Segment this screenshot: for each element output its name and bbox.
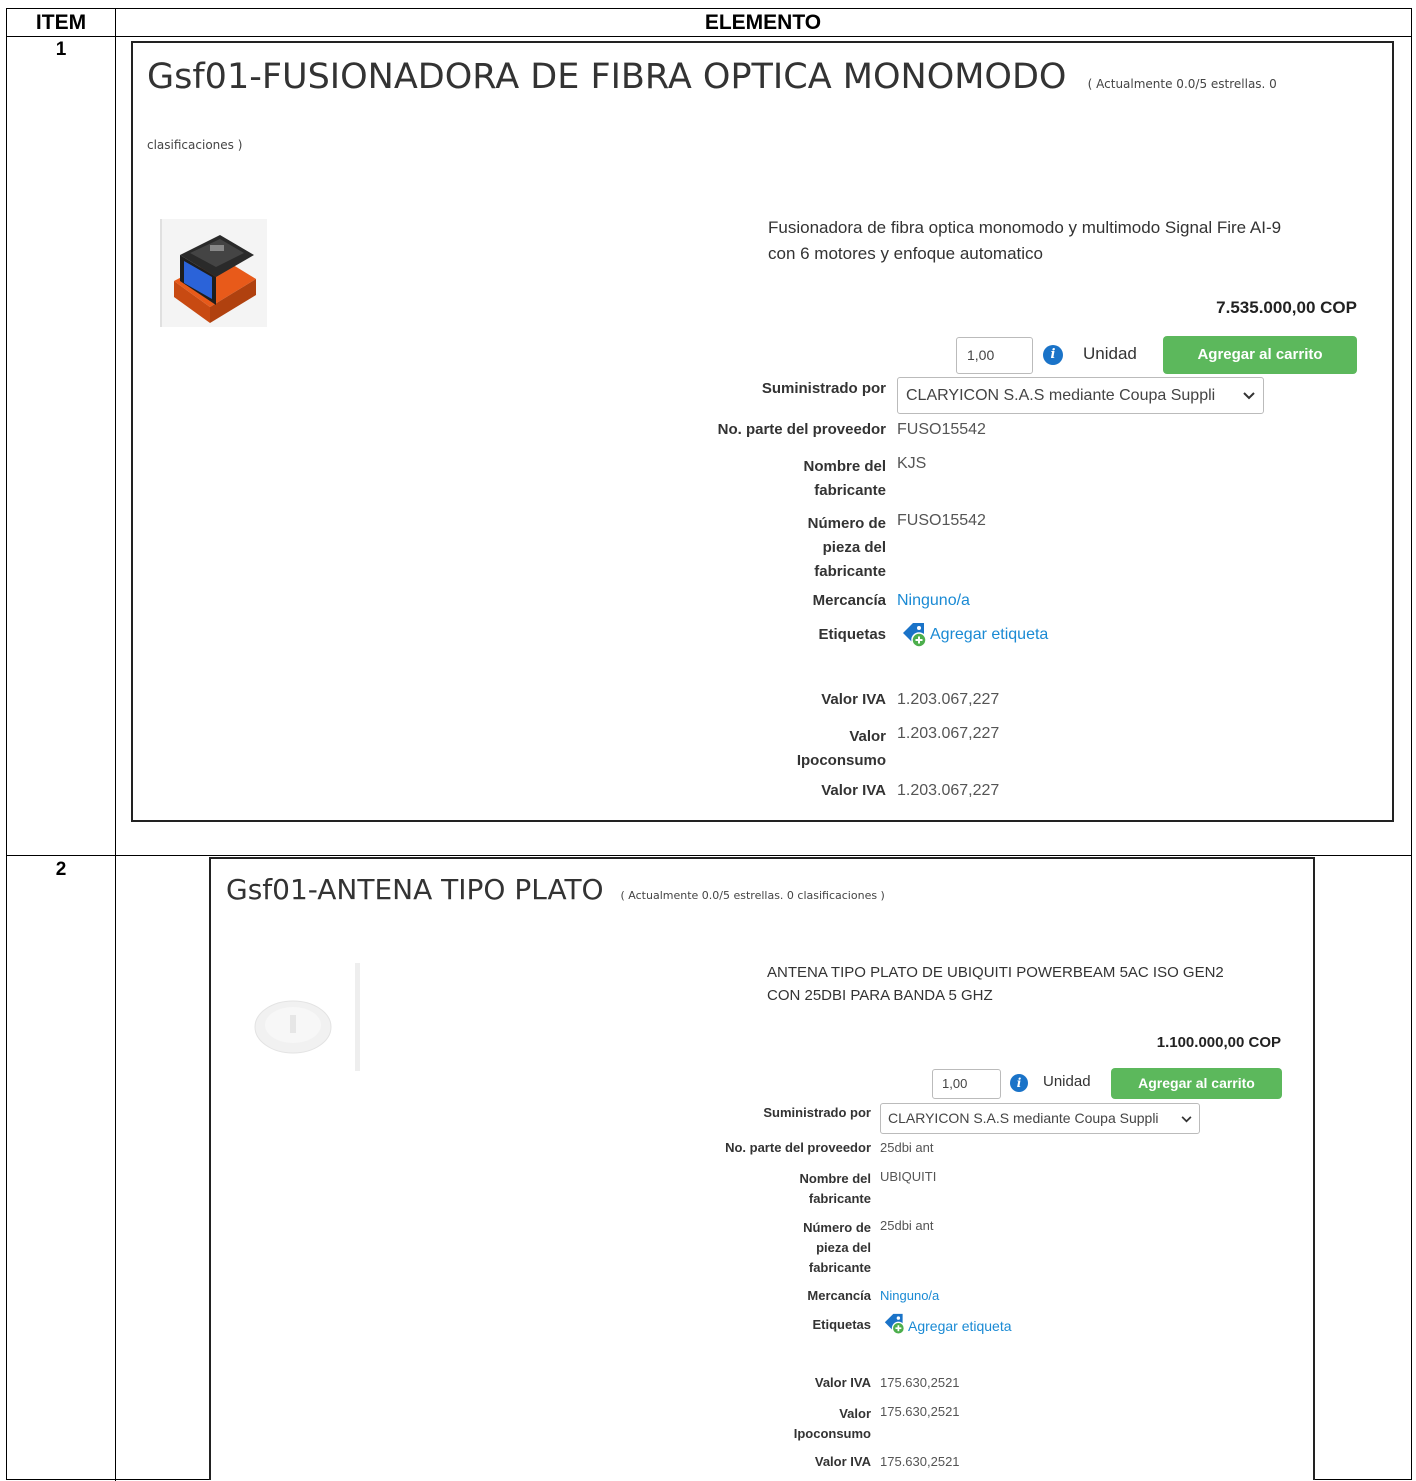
quantity-input[interactable]: 1,00 [956,337,1033,374]
supplier-part-label: No. parte del proveedor [717,421,886,438]
unit-label: Unidad [1043,1073,1091,1090]
product-price: 1.100.000,00 COP [1156,1034,1281,1051]
iva-value-2: 175.630,2521 [880,1454,960,1469]
product-title[interactable]: Gsf01-ANTENA TIPO PLATO ( Actualmente 0.… [226,873,885,906]
chevron-down-icon [1243,378,1255,413]
product-price: 7.535.000,00 COP [1216,298,1357,317]
manufacturer-value: UBIQUITI [880,1169,937,1184]
fusion-splicer-image[interactable] [160,219,267,327]
manufacturer-part-value: 25dbi ant [880,1218,934,1233]
add-tag-link[interactable]: Agregar etiqueta [908,1318,1012,1334]
info-icon[interactable]: i [1043,345,1063,365]
product-description: ANTENA TIPO PLATO DE UBIQUITI POWERBEAM … [767,964,1224,1004]
quantity-input[interactable]: 1,00 [932,1069,1001,1099]
tags-label: Etiquetas [818,626,886,643]
add-to-cart-button[interactable]: Agregar al carrito [1111,1068,1282,1099]
row-divider [7,855,1411,856]
ipoconsumo-value: 175.630,2521 [880,1404,960,1419]
iva-value: 1.203.067,227 [897,691,1000,708]
commodity-link[interactable]: Ninguno/a [897,592,970,610]
iva-label: Valor IVA [821,691,886,708]
iva-label-2: Valor IVA [821,782,886,799]
info-icon[interactable]: i [1010,1074,1028,1092]
supplied-by-label: Suministrado por [761,380,886,397]
chevron-down-icon [1181,1104,1192,1133]
supplied-by-label: Suministrado por [763,1105,871,1120]
manufacturer-value: KJS [897,455,927,472]
tag-add-icon[interactable] [884,1313,906,1340]
tag-add-icon[interactable] [902,622,928,653]
iva-label-2: Valor IVA [814,1454,871,1469]
rating-text: ( Actualmente 0.0/5 estrellas. 0 clasifi… [620,889,885,902]
commodity-label: Mercancía [807,1288,871,1303]
product-card-fusion-splicer: Gsf01-FUSIONADORA DE FIBRA OPTICA MONOMO… [131,41,1394,822]
product-title[interactable]: Gsf01-FUSIONADORA DE FIBRA OPTICA MONOMO… [147,57,1277,97]
supplier-part-value: FUSO15542 [897,421,986,438]
header-item: ITEM [35,11,87,34]
supplier-part-value: 25dbi ant [880,1140,934,1155]
supplier-select[interactable]: CLARYICON S.A.S mediante Coupa Suppli [897,377,1264,414]
manufacturer-part-value: FUSO15542 [897,512,986,529]
iva-value-2: 1.203.067,227 [897,782,1000,799]
add-to-cart-button[interactable]: Agregar al carrito [1163,336,1357,374]
unit-label: Unidad [1083,344,1137,363]
rating-text-continued: clasificaciones ) [147,138,243,152]
item-number: 1 [55,39,67,60]
product-description: Fusionadora de fibra optica monomodo y m… [768,218,1282,263]
manufacturer-part-label: Número de pieza del fabricante [803,1220,871,1275]
manufacturer-part-label: Número de pieza del fabricante [807,515,886,580]
supplier-select[interactable]: CLARYICON S.A.S mediante Coupa Suppli [880,1103,1200,1134]
ipoconsumo-value: 1.203.067,227 [897,725,1000,742]
add-tag-link[interactable]: Agregar etiqueta [930,626,1048,644]
iva-value: 175.630,2521 [880,1375,960,1390]
item-number: 2 [55,859,67,880]
ipoconsumo-label: Valor Ipoconsumo [793,1406,871,1441]
supplier-part-label: No. parte del proveedor [725,1140,871,1155]
product-card-dish-antenna: Gsf01-ANTENA TIPO PLATO ( Actualmente 0.… [209,857,1315,1480]
ipoconsumo-label: Valor Ipoconsumo [796,728,886,769]
commodity-link[interactable]: Ninguno/a [880,1288,939,1303]
dish-antenna-image[interactable] [251,963,366,1071]
tags-label: Etiquetas [812,1317,871,1332]
iva-label: Valor IVA [814,1375,871,1390]
manufacturer-label: Nombre del fabricante [799,1171,871,1206]
commodity-label: Mercancía [812,592,886,609]
header-divider [7,36,1411,37]
header-element: ELEMENTO [704,11,822,34]
rating-text: ( Actualmente 0.0/5 estrellas. 0 [1087,77,1277,91]
column-divider [115,9,116,1481]
manufacturer-label: Nombre del fabricante [803,458,886,499]
